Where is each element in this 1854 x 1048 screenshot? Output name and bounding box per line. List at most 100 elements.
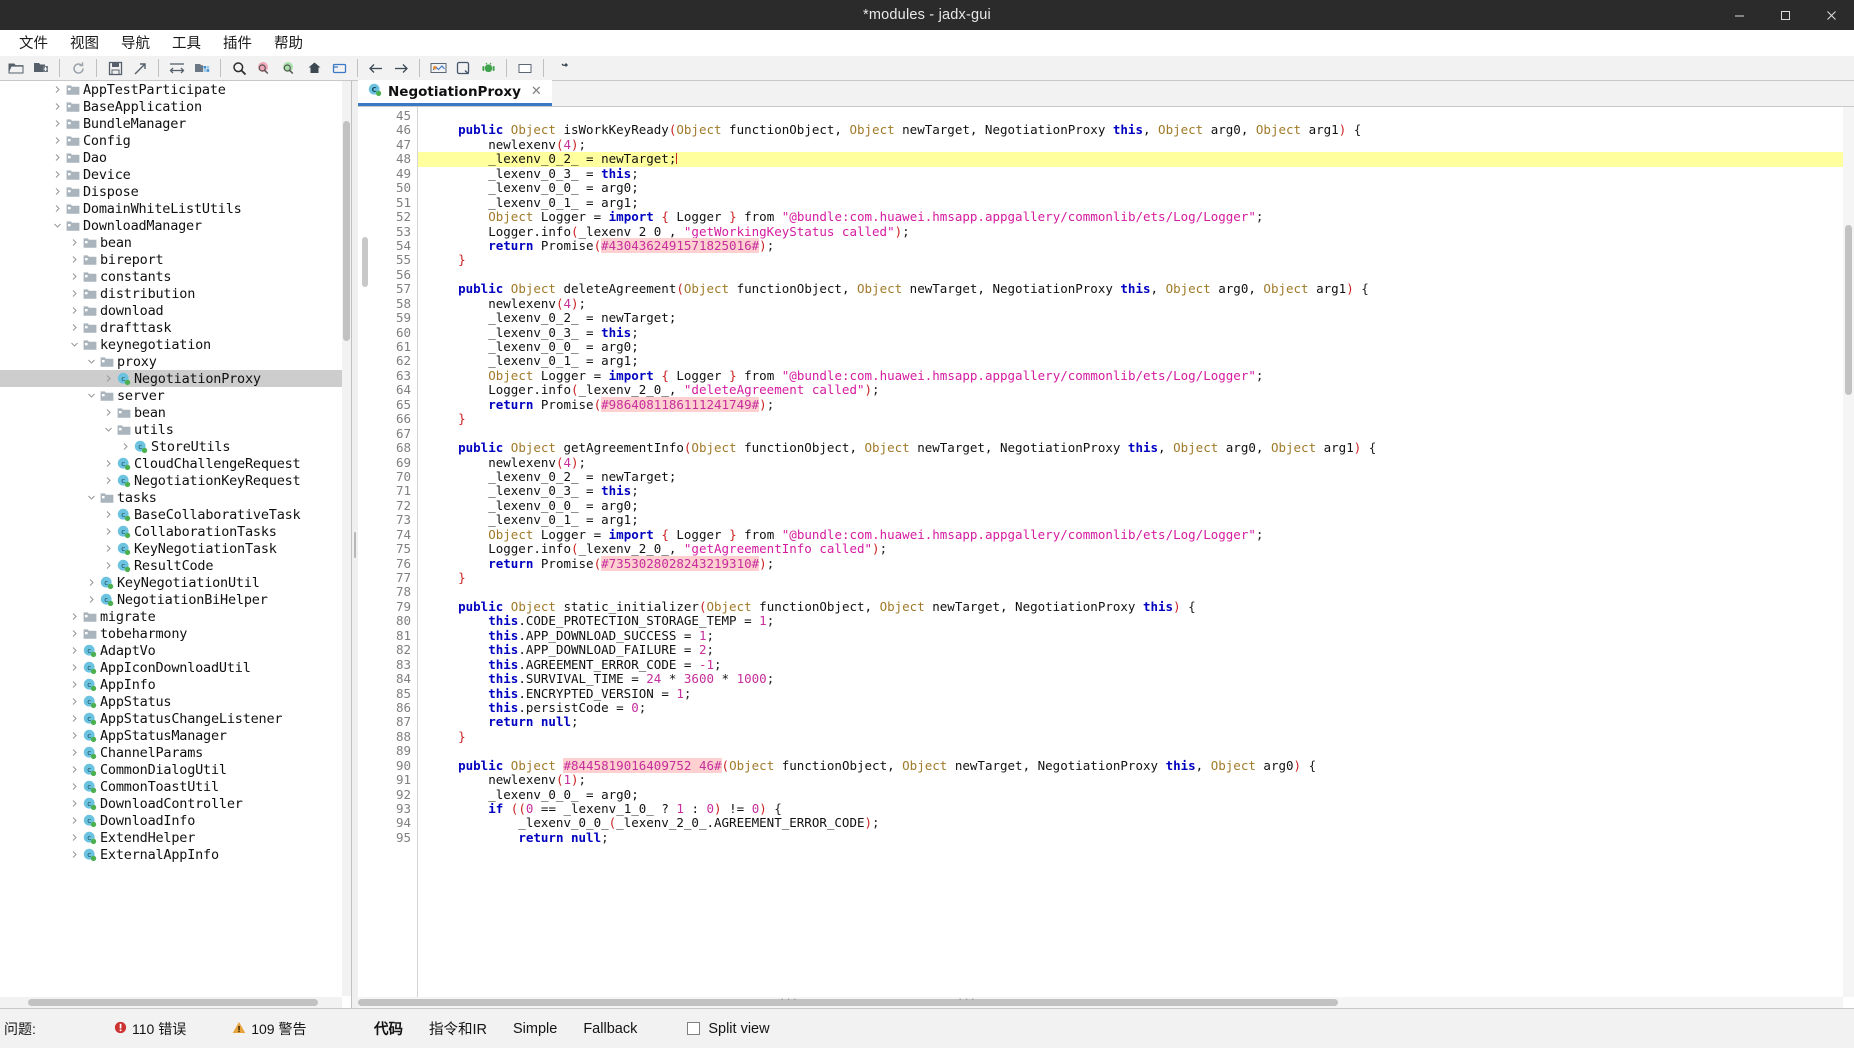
tree-item-appinfo[interactable]: c AppInfo <box>0 676 343 693</box>
code-line[interactable]: } <box>418 411 1854 426</box>
code-line[interactable]: public Object isWorkKeyReady(Object func… <box>418 123 1854 137</box>
tree-item-drafttask[interactable]: drafttask <box>0 319 343 336</box>
code-line[interactable]: Logger.info(_lexenv_2_0_, "getWorkingKey… <box>418 224 1854 239</box>
code-line[interactable]: _lexenv_0_1_ = arg1; <box>418 195 1854 210</box>
code-line[interactable]: newlexenv(4); <box>418 137 1854 152</box>
close-icon[interactable]: ✕ <box>527 84 542 99</box>
chevron-right-icon[interactable] <box>68 629 81 638</box>
chevron-right-icon[interactable] <box>68 850 81 859</box>
log-icon[interactable] <box>513 57 537 79</box>
chevron-right-icon[interactable] <box>68 289 81 298</box>
tree-item-tasks[interactable]: tasks <box>0 489 343 506</box>
chevron-right-icon[interactable] <box>68 323 81 332</box>
tree-item-downloadcontroller[interactable]: c DownloadController <box>0 795 343 812</box>
tree-item-keynegotiation[interactable]: keynegotiation <box>0 336 343 353</box>
code-content[interactable]: public Object isWorkKeyReady(Object func… <box>418 107 1854 1008</box>
chevron-right-icon[interactable] <box>68 680 81 689</box>
code-line[interactable] <box>418 268 1854 282</box>
tree-item-bireport[interactable]: bireport <box>0 251 343 268</box>
android-bug-icon[interactable] <box>476 57 500 79</box>
code-line[interactable]: return Promise(#7353028028243219310#); <box>418 555 1854 571</box>
tree-item-resultcode[interactable]: c ResultCode <box>0 557 343 574</box>
chevron-right-icon[interactable] <box>68 306 81 315</box>
chevron-right-icon[interactable] <box>51 170 64 179</box>
back-arrow-icon[interactable] <box>364 57 388 79</box>
tab-instructions-ir[interactable]: 指令和IR <box>429 1018 487 1039</box>
tree-item-config[interactable]: Config <box>0 132 343 149</box>
tab-simple[interactable]: Simple <box>513 1021 557 1037</box>
chevron-right-icon[interactable] <box>102 527 115 536</box>
tree-item-baseapplication[interactable]: BaseApplication <box>0 98 343 115</box>
forward-arrow-icon[interactable] <box>389 57 413 79</box>
code-line[interactable]: } <box>418 570 1854 585</box>
error-count-group[interactable]: 110 错误 <box>114 1019 186 1039</box>
chevron-right-icon[interactable] <box>68 272 81 281</box>
tree-item-constants[interactable]: constants <box>0 268 343 285</box>
tree-item-adaptvo[interactable]: c AdaptVo <box>0 642 343 659</box>
class-tree-panel[interactable]: AppTestParticipate BaseApplication BundleM… <box>0 81 352 1008</box>
code-line[interactable] <box>418 585 1854 599</box>
code-line[interactable]: _lexenv_0_0_ = arg0; <box>418 180 1854 195</box>
code-line[interactable] <box>418 109 1854 123</box>
code-line[interactable]: public Object #8445819016409752 46#(Obje… <box>418 757 1854 773</box>
tree-item-proxy[interactable]: proxy <box>0 353 343 370</box>
code-line[interactable]: this.persistCode = 0; <box>418 700 1854 715</box>
tree-item-extendhelper[interactable]: c ExtendHelper <box>0 829 343 846</box>
tree-item-collaborationtasks[interactable]: c CollaborationTasks <box>0 523 343 540</box>
chevron-down-icon[interactable] <box>85 357 98 366</box>
chevron-right-icon[interactable] <box>51 187 64 196</box>
preferences-icon[interactable] <box>550 57 574 79</box>
sync-width-icon[interactable] <box>165 57 189 79</box>
code-line[interactable]: Logger.info(_lexenv_2_0_, "deleteAgreeme… <box>418 383 1854 397</box>
add-files-icon[interactable] <box>29 57 53 79</box>
editor-horizontal-scrollbar[interactable] <box>358 997 1843 1008</box>
search-class-icon[interactable] <box>252 57 276 79</box>
search-comment-icon[interactable] <box>277 57 301 79</box>
chevron-right-icon[interactable] <box>102 459 115 468</box>
tree-item-commondialogutil[interactable]: c CommonDialogUtil <box>0 761 343 778</box>
maximize-button[interactable] <box>1762 0 1808 30</box>
chevron-down-icon[interactable] <box>68 340 81 349</box>
tree-item-apptestparticipate[interactable]: AppTestParticipate <box>0 81 343 98</box>
code-line[interactable]: this.APP_DOWNLOAD_SUCCESS = 1; <box>418 628 1854 643</box>
code-line[interactable]: this.ENCRYPTED_VERSION = 1; <box>418 686 1854 701</box>
chevron-right-icon[interactable] <box>68 714 81 723</box>
open-folder-icon[interactable] <box>4 57 28 79</box>
chevron-right-icon[interactable] <box>68 663 81 672</box>
code-line[interactable]: Object Logger = import { Logger } from "… <box>418 209 1854 224</box>
chevron-right-icon[interactable] <box>68 731 81 740</box>
tree-item-negotiationproxy[interactable]: c NegotiationProxy <box>0 370 343 387</box>
code-line[interactable]: _lexenv_0_2_ = newTarget; <box>418 469 1854 484</box>
code-line[interactable]: return Promise(#4304362491571825016#); <box>418 237 1854 253</box>
chevron-right-icon[interactable] <box>85 595 98 604</box>
code-line[interactable]: if ((0 == _lexenv_1_0_ ? 1 : 0) != 0) { <box>418 801 1854 816</box>
chevron-right-icon[interactable] <box>51 102 64 111</box>
flat-packages-icon[interactable] <box>190 57 214 79</box>
chevron-down-icon[interactable] <box>102 425 115 434</box>
tree-item-bundlemanager[interactable]: BundleManager <box>0 115 343 132</box>
chevron-right-icon[interactable] <box>68 799 81 808</box>
menu-plugins[interactable]: 插件 <box>212 30 263 55</box>
code-area[interactable]: 45 46 47 48 49 50 51 52 53 54 55 56 57 58 59 60 61 62 63 64… <box>358 107 1854 1008</box>
chevron-right-icon[interactable] <box>85 578 98 587</box>
code-line[interactable]: this.SURVIVAL_TIME = 24 * 3600 * 1000; <box>418 671 1854 686</box>
chevron-down-icon[interactable] <box>85 391 98 400</box>
code-line[interactable]: newlexenv(4); <box>418 455 1854 470</box>
tree-item-dao[interactable]: Dao <box>0 149 343 166</box>
chevron-down-icon[interactable] <box>51 221 64 230</box>
split-view-toggle[interactable]: Split view <box>687 1021 770 1037</box>
class-tree[interactable]: AppTestParticipate BaseApplication BundleM… <box>0 81 343 1000</box>
code-line[interactable]: newlexenv(1); <box>418 772 1854 787</box>
chevron-right-icon[interactable] <box>68 238 81 247</box>
editor-vertical-scrollbar[interactable] <box>1843 107 1854 997</box>
tree-item-download[interactable]: download <box>0 302 343 319</box>
resize-dots-right[interactable]: ··· <box>958 991 977 1006</box>
chevron-right-icon[interactable] <box>68 765 81 774</box>
tree-item-dispose[interactable]: Dispose <box>0 183 343 200</box>
tree-horizontal-scroll-thumb[interactable] <box>28 999 318 1006</box>
save-icon[interactable] <box>103 57 127 79</box>
code-line[interactable]: return null; <box>418 830 1854 845</box>
chevron-right-icon[interactable] <box>68 646 81 655</box>
home-icon[interactable] <box>302 57 326 79</box>
chevron-right-icon[interactable] <box>51 153 64 162</box>
